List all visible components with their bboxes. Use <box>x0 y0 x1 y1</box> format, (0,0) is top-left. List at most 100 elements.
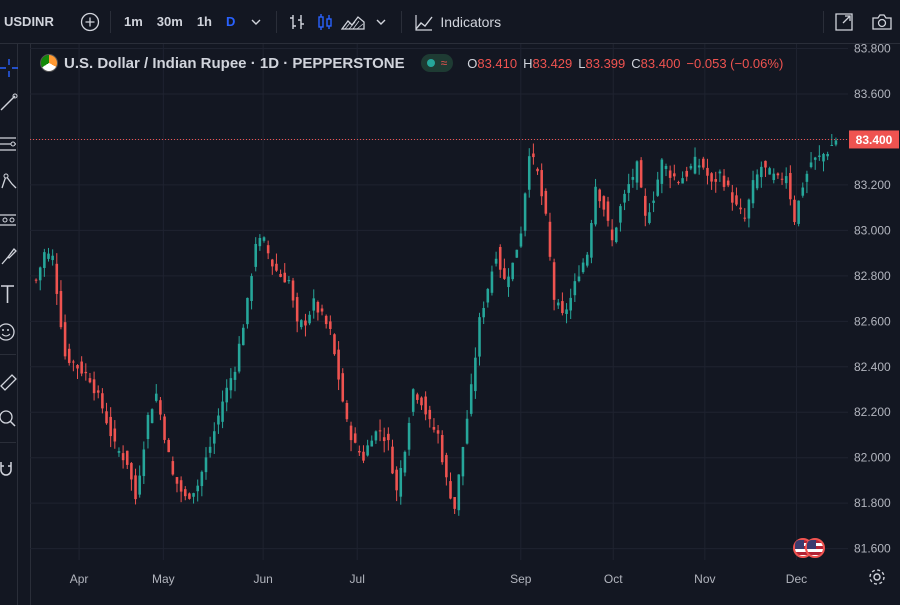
interval-30m[interactable]: 30m <box>150 14 190 29</box>
candle-body <box>768 168 771 175</box>
candle-body <box>349 425 353 441</box>
crosshair-icon[interactable] <box>0 56 18 80</box>
candle-body <box>212 431 216 444</box>
area-chart-icon[interactable] <box>339 8 367 36</box>
candle-body <box>743 217 747 219</box>
prediction-icon[interactable] <box>0 208 18 232</box>
economic-events[interactable] <box>793 538 825 558</box>
candle-body <box>109 416 112 437</box>
candle-body <box>507 276 510 288</box>
candle-body <box>300 320 303 328</box>
candle-body <box>163 416 166 440</box>
market-status-badge[interactable]: ≈ <box>420 54 454 72</box>
candle-body <box>457 474 461 511</box>
candle-body <box>685 170 689 177</box>
candle-body <box>689 166 693 169</box>
camera-icon[interactable] <box>868 8 896 36</box>
interval-1d[interactable]: D <box>219 14 242 29</box>
emoji-icon[interactable] <box>0 320 18 344</box>
candle-body <box>341 373 345 402</box>
candle-body <box>503 268 506 279</box>
candle-body <box>552 262 556 300</box>
candle-body <box>154 393 158 401</box>
candle-body <box>623 193 626 203</box>
candle-body <box>105 411 108 424</box>
candle-body <box>167 439 170 453</box>
candle-body <box>760 166 763 178</box>
candle-body <box>585 254 589 266</box>
fullscreen-icon[interactable] <box>830 8 858 36</box>
candle-body <box>490 271 494 293</box>
candle-body <box>262 237 266 241</box>
candle-body <box>59 291 63 328</box>
candle-body <box>764 160 767 168</box>
candle-body <box>275 263 278 271</box>
candle-body <box>726 180 730 186</box>
candle-body <box>474 357 477 392</box>
change-value: −0.053 (−0.06%) <box>686 55 784 71</box>
toolbar-divider <box>276 10 278 33</box>
y-tick-label: 82.600 <box>854 314 891 328</box>
compare-plus-icon[interactable] <box>76 8 104 36</box>
text-icon[interactable] <box>0 282 18 306</box>
low-label: L <box>578 55 586 71</box>
interval-1m[interactable]: 1m <box>117 14 150 29</box>
ruler-icon[interactable] <box>0 368 18 392</box>
interval-chevron-down-icon[interactable] <box>242 8 270 36</box>
candle-body <box>407 422 411 450</box>
y-tick-label: 83.000 <box>854 223 891 237</box>
candle-body <box>295 297 299 322</box>
trend-line-icon[interactable] <box>0 90 18 114</box>
gear-icon[interactable] <box>868 568 886 586</box>
candle-body <box>329 321 332 329</box>
y-tick-label: 81.800 <box>854 496 891 510</box>
brush-icon[interactable] <box>0 244 18 268</box>
candle-body <box>465 418 469 444</box>
fib-icon[interactable] <box>0 132 18 156</box>
candle-body <box>718 171 722 174</box>
candle-body <box>590 223 593 258</box>
close-label: C <box>631 55 641 71</box>
pattern-icon[interactable] <box>0 170 18 194</box>
zoom-icon[interactable] <box>0 406 18 430</box>
symbol-search[interactable]: USDINR <box>0 14 76 29</box>
price-chart[interactable]: 83.800 83.600 83.400 83.200 83.000 82.800 82.6… <box>30 44 900 605</box>
candle-body <box>755 174 759 189</box>
candle-body <box>652 200 655 203</box>
us-flag-icon[interactable] <box>805 538 825 558</box>
candle-body <box>43 252 46 268</box>
market-open-dot-icon <box>426 59 435 67</box>
candle-body <box>706 167 709 176</box>
top-toolbar: USDINR 1m 30m 1h D Indicators <box>0 0 900 44</box>
candle-body <box>84 371 88 374</box>
candle-body <box>96 390 100 393</box>
candle-body <box>217 415 220 425</box>
candle-body <box>536 168 539 172</box>
bars-chart-icon[interactable] <box>283 8 311 36</box>
magnet-icon[interactable] <box>0 456 18 480</box>
candle-body <box>125 450 129 465</box>
chart-type-chevron-down-icon[interactable] <box>367 8 395 36</box>
candle-body <box>735 195 738 205</box>
legend-title[interactable]: U.S. Dollar / Indian Rupee · 1D · PEPPER… <box>64 55 405 72</box>
candle-body <box>664 165 668 169</box>
candle-body <box>382 437 386 442</box>
candle-body <box>677 182 680 184</box>
candle-body <box>142 449 146 477</box>
candle-body <box>577 276 581 282</box>
candle-body <box>644 195 647 216</box>
candles-chart-icon[interactable] <box>311 8 339 36</box>
candle-body <box>47 253 50 259</box>
toolbar-divider <box>401 10 403 33</box>
interval-1h[interactable]: 1h <box>190 14 219 29</box>
candle-body <box>540 170 543 197</box>
candle-body <box>271 259 274 267</box>
candle-body <box>254 243 258 267</box>
candle-body <box>378 430 382 432</box>
candle-body <box>681 178 684 184</box>
candle-body <box>179 480 183 492</box>
candle-body <box>482 308 485 318</box>
indicators-button[interactable]: Indicators <box>408 12 507 32</box>
y-tick-label: 83.800 <box>854 44 891 56</box>
candle-body <box>279 273 282 277</box>
